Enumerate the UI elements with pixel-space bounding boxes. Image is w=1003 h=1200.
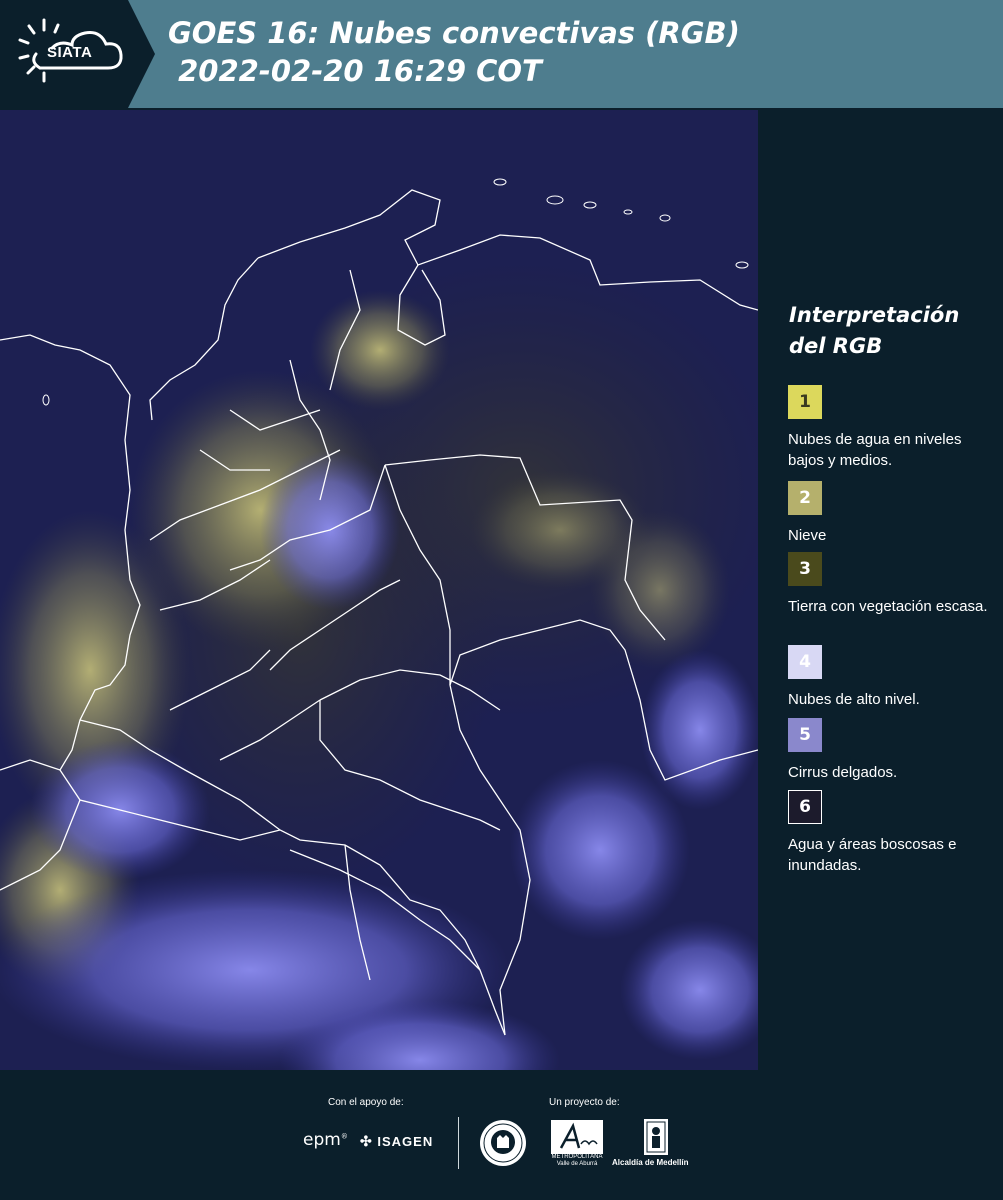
legend-swatch-3: 3 [788,552,822,586]
legend-swatch-2: 2 [788,481,822,515]
legend-number-5: 5 [799,725,811,745]
area-metropolitana-text: METROPOLITANA Valle de Aburrá [551,1154,603,1167]
title-line-1: GOES 16: Nubes convectivas (RGB) [168,16,740,50]
footer: Con el apoyo de: Un proyecto de: epm® ✣ … [0,1070,1003,1200]
legend-swatch-6: 6 [788,790,822,824]
siata-logo[interactable]: SIATA [0,0,155,108]
medellin-seal-icon[interactable] [478,1118,528,1168]
alcaldia-shield-icon[interactable] [643,1118,669,1156]
legend-title: Interpretación del RGB [789,303,960,358]
alcaldia-label: Alcaldía de Medellín [612,1158,689,1167]
isagen-text: ISAGEN [377,1134,434,1149]
legend-swatch-1: 1 [788,385,822,419]
legend-item-1: 1 Nubes de agua en niveles bajos y medio… [788,385,998,471]
epm-text: epm [303,1130,341,1150]
legend-item-2: 2 Nieve [788,481,998,546]
legend-number-3: 3 [799,559,811,579]
legend-number-1: 1 [799,392,811,412]
legend-item-3: 3 Tierra con vegetación escasa. [788,552,998,617]
header: SIATA GOES 16: Nubes convectivas (RGB) 2… [0,0,1003,108]
legend-item-5: 5 Cirrus delgados. [788,718,998,783]
legend-label-4: Nubes de alto nivel. [788,691,920,708]
legend-label-1: Nubes de agua en niveles bajos y medios. [788,431,962,469]
legend-label-2: Nieve [788,527,827,544]
legend-label-6: Agua y áreas boscosas e inundadas. [788,836,957,874]
project-label: Un proyecto de: [549,1097,620,1108]
page-title: GOES 16: Nubes convectivas (RGB) 2022-02… [168,14,740,90]
logo-text: SIATA [47,44,93,61]
legend-number-2: 2 [799,488,811,508]
support-label: Con el apoyo de: [328,1097,404,1108]
legend-number-6: 6 [799,797,811,817]
area-metropolitana-logo[interactable] [551,1120,603,1154]
isagen-logo[interactable]: ✣ ISAGEN [360,1133,433,1150]
legend-swatch-4: 4 [788,645,822,679]
legend-item-4: 4 Nubes de alto nivel. [788,645,998,710]
title-line-2: 2022-02-20 16:29 COT [168,54,542,88]
legend-panel: Interpretación del RGB 1 Nubes de agua e… [760,110,1003,1070]
satellite-map-image [0,110,758,1070]
epm-logo[interactable]: epm® [303,1130,348,1150]
legend-number-4: 4 [799,652,811,672]
legend-swatch-5: 5 [788,718,822,752]
satellite-map[interactable] [0,110,758,1070]
legend-label-5: Cirrus delgados. [788,764,898,781]
isagen-icon: ✣ [360,1133,373,1149]
legend-item-6: 6 Agua y áreas boscosas e inundadas. [788,790,998,876]
footer-divider [458,1117,459,1169]
legend-label-3: Tierra con vegetación escasa. [788,598,988,615]
